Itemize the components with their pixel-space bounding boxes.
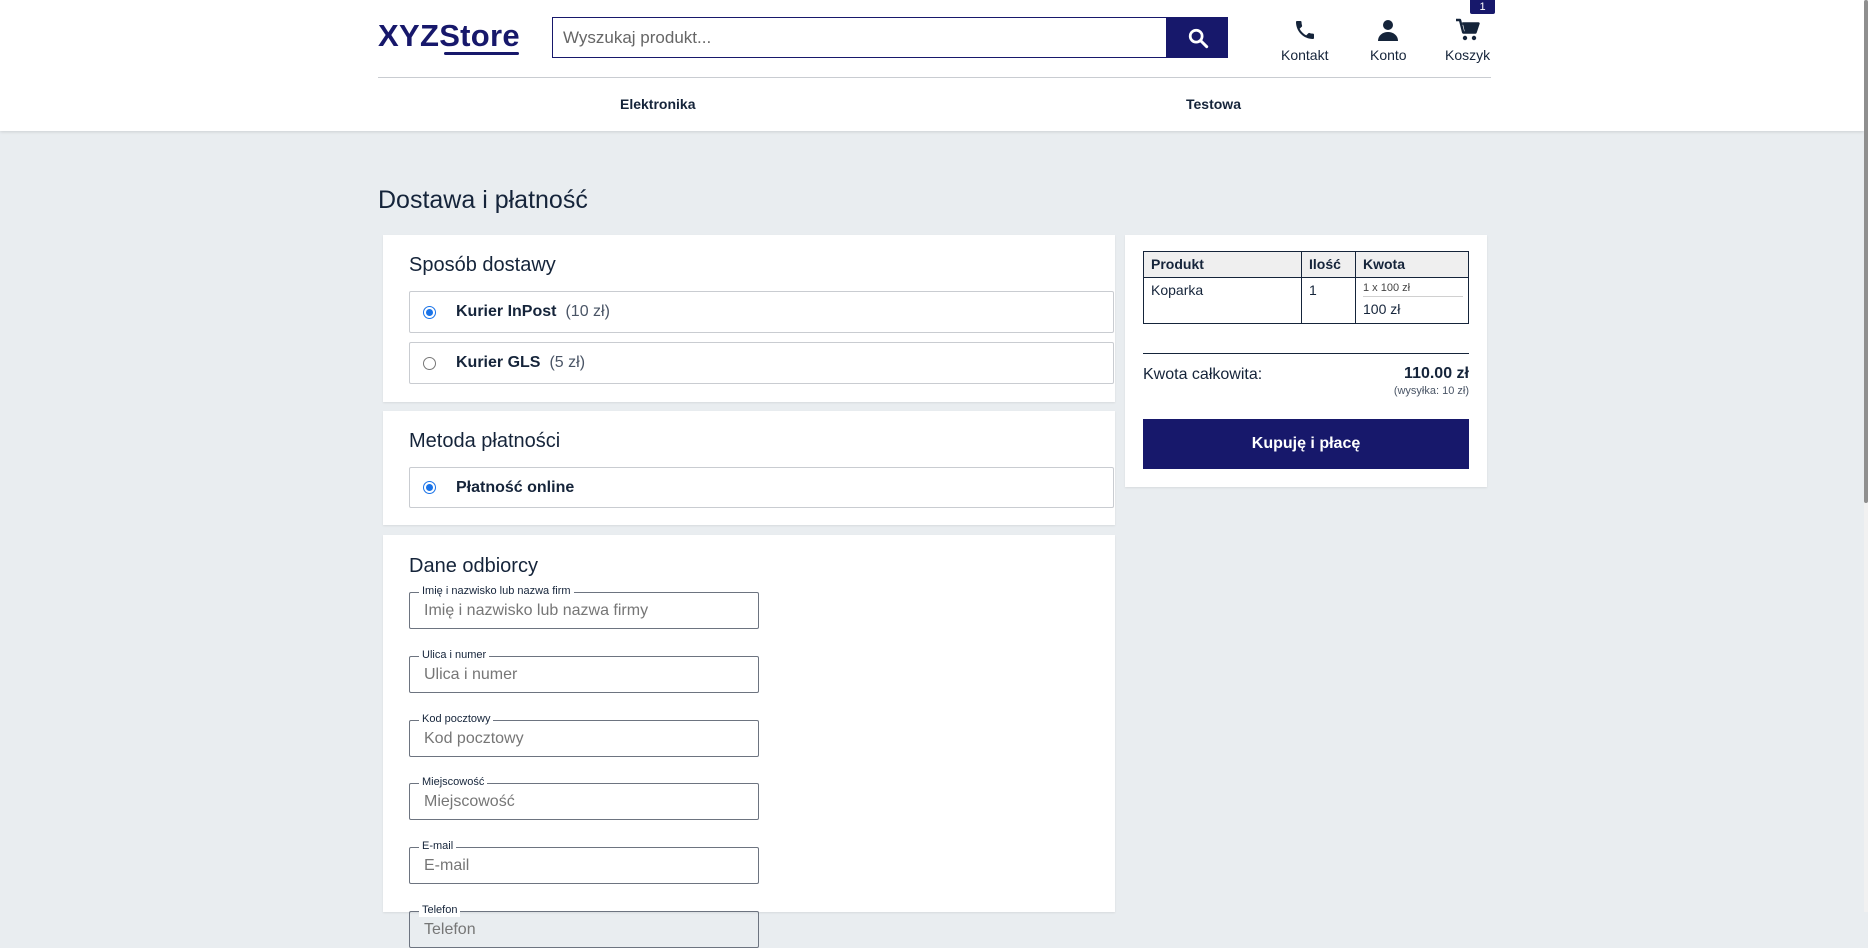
- site-header: XYZStore Kontakt Konto Koszyk 1 Elektron…: [0, 0, 1864, 131]
- total-label: Kwota całkowita:: [1143, 366, 1263, 383]
- column-header: Produkt: [1143, 251, 1302, 278]
- search-input[interactable]: [552, 17, 1167, 58]
- logo[interactable]: XYZStore: [378, 18, 520, 54]
- email-field[interactable]: E-mail: [409, 839, 759, 884]
- delivery-card: Sposób dostawy Kurier InPost (10 zł) Kur…: [383, 235, 1115, 402]
- city-field-label: Miejscowość: [419, 775, 488, 789]
- scrollbar-thumb[interactable]: [1864, 0, 1868, 503]
- scrollbar[interactable]: [1864, 0, 1868, 912]
- option-price: (10 zł): [565, 303, 610, 320]
- total-divider: [1143, 353, 1469, 354]
- payment-card: Metoda płatności Płatność online: [383, 411, 1115, 525]
- option-name: Kurier GLS: [456, 354, 541, 371]
- payment-option-online[interactable]: Płatność online: [409, 467, 1114, 508]
- order-summary-card: Produkt Ilość Kwota Koparka 1 1 x 100 zł…: [1125, 235, 1487, 487]
- search-icon: [1188, 28, 1208, 48]
- radio-selected[interactable]: [423, 305, 436, 319]
- nav-cart-label: Koszyk: [1445, 47, 1491, 63]
- recipient-title: Dane odbiorcy: [409, 555, 538, 577]
- phone-field-label: Telefon: [419, 903, 461, 917]
- street-input[interactable]: [410, 657, 758, 692]
- product-quantity: 1: [1301, 277, 1356, 324]
- logo-underline: [444, 52, 519, 55]
- option-price: (5 zł): [549, 354, 586, 371]
- street-field[interactable]: Ulica i numer: [409, 648, 759, 693]
- postal-code-field-label: Kod pocztowy: [419, 712, 494, 726]
- nav-contact-label: Kontakt: [1281, 47, 1329, 63]
- total-value: 110.00 zł: [1404, 365, 1469, 382]
- name-field-label: Imię i nazwisko lub nazwa firm: [419, 584, 574, 598]
- email-field-label: E-mail: [419, 839, 457, 853]
- category-testowa[interactable]: Testowa: [1186, 96, 1241, 112]
- column-header: Ilość: [1301, 251, 1356, 278]
- delivery-option-inpost[interactable]: Kurier InPost (10 zł): [409, 291, 1114, 333]
- payment-title: Metoda płatności: [409, 430, 561, 452]
- page-title: Dostawa i płatność: [378, 186, 588, 214]
- product-amount: 1 x 100 zł 100 zł: [1355, 277, 1469, 324]
- name-field[interactable]: Imię i nazwisko lub nazwa firm: [409, 584, 759, 629]
- table-row: Koparka 1 1 x 100 zł 100 zł: [1143, 277, 1469, 324]
- postal-code-field[interactable]: Kod pocztowy: [409, 712, 759, 757]
- radio-unselected[interactable]: [423, 356, 436, 370]
- radio-selected[interactable]: [423, 481, 436, 494]
- nav-cart[interactable]: Koszyk: [1445, 14, 1490, 63]
- line-total: 100 zł: [1363, 301, 1401, 317]
- name-input[interactable]: [410, 593, 758, 628]
- cart-count-badge: 1: [1470, 0, 1495, 14]
- cart-table: Produkt Ilość Kwota Koparka 1 1 x 100 zł…: [1143, 251, 1469, 324]
- shipping-note: (wysyłka: 10 zł): [1393, 385, 1469, 397]
- user-icon: [1376, 14, 1400, 42]
- recipient-card: Dane odbiorcy Imię i nazwisko lub nazwa …: [383, 535, 1115, 948]
- city-input[interactable]: [410, 784, 758, 819]
- phone-input[interactable]: [410, 912, 758, 947]
- unit-price: 1 x 100 zł: [1363, 282, 1463, 297]
- column-header: Kwota: [1355, 251, 1469, 278]
- postal-code-input[interactable]: [410, 721, 758, 756]
- search-button[interactable]: [1167, 17, 1228, 58]
- phone-icon: [1293, 14, 1317, 42]
- nav-account-label: Konto: [1370, 47, 1407, 63]
- city-field[interactable]: Miejscowość: [409, 775, 759, 820]
- cart-table-header: Produkt Ilość Kwota: [1143, 251, 1469, 278]
- cart-icon: [1455, 14, 1481, 42]
- header-divider: [378, 77, 1491, 78]
- email-input[interactable]: [410, 848, 758, 883]
- option-name: Płatność online: [456, 478, 575, 496]
- product-name: Koparka: [1143, 277, 1302, 324]
- nav-account[interactable]: Konto: [1370, 14, 1407, 63]
- nav-contact[interactable]: Kontakt: [1281, 14, 1328, 63]
- delivery-option-gls[interactable]: Kurier GLS (5 zł): [409, 342, 1114, 384]
- option-name: Kurier InPost: [456, 303, 557, 320]
- category-elektronika[interactable]: Elektronika: [620, 96, 695, 112]
- delivery-title: Sposób dostawy: [409, 254, 556, 276]
- buy-and-pay-button[interactable]: Kupuję i płacę: [1143, 419, 1469, 469]
- street-field-label: Ulica i numer: [419, 648, 490, 662]
- phone-field[interactable]: Telefon: [409, 903, 759, 948]
